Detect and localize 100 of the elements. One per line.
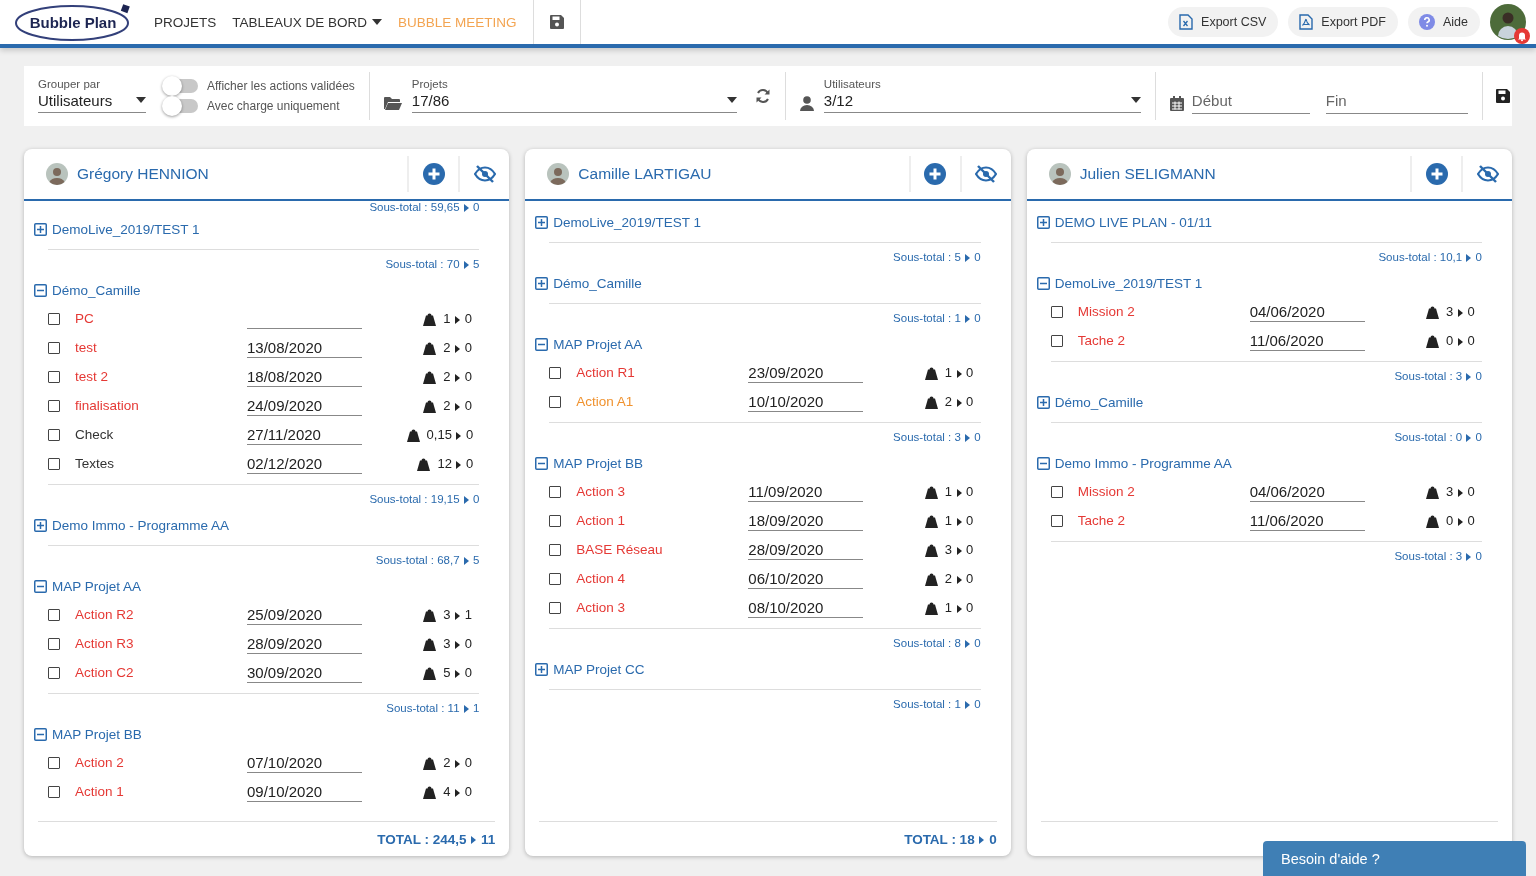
checkbox[interactable] [1050, 514, 1063, 527]
action-name[interactable]: Action 2 [75, 755, 247, 770]
nav-link[interactable]: TABLEAUX DE BORD [232, 14, 383, 30]
action-name[interactable]: Action C2 [75, 665, 247, 680]
minus-square-icon[interactable] [34, 283, 47, 297]
action-name[interactable]: Action 1 [576, 513, 749, 528]
help-button[interactable]: Aide [1407, 7, 1480, 37]
minus-square-icon[interactable] [535, 337, 549, 351]
checkbox[interactable] [48, 608, 60, 621]
checkbox[interactable] [48, 756, 60, 769]
date-field[interactable]: 07/10/2020 [247, 752, 362, 773]
save-icon[interactable] [548, 14, 565, 30]
group-by-select[interactable]: Utilisateurs [38, 91, 146, 113]
date-field[interactable]: Début [1191, 88, 1310, 114]
checkbox[interactable] [549, 366, 562, 379]
checkbox[interactable] [549, 601, 562, 614]
checkbox[interactable] [1050, 485, 1063, 498]
checkbox[interactable] [1050, 334, 1063, 347]
users-select[interactable]: 3/12 [823, 91, 1141, 113]
action-name[interactable]: Check [75, 427, 247, 442]
project-name[interactable]: MAP Projet AA [553, 336, 643, 352]
refresh-icon[interactable] [754, 88, 771, 104]
action-name[interactable]: Tache 2 [1077, 333, 1250, 348]
date-field[interactable]: 28/09/2020 [748, 539, 864, 560]
date-field[interactable]: 28/09/2020 [247, 633, 362, 654]
projects-select[interactable]: 17/86 [411, 91, 737, 113]
project-name[interactable]: MAP Projet BB [553, 455, 644, 471]
plus-square-icon[interactable] [535, 662, 549, 676]
project-name[interactable]: DemoLive_2019/TEST 1 [1054, 275, 1203, 291]
plus-square-icon[interactable] [34, 518, 47, 532]
checkbox[interactable] [48, 341, 60, 354]
date-field[interactable]: Fin [1325, 88, 1468, 114]
project-name[interactable]: Démo_Camille [1054, 394, 1144, 410]
project-name[interactable]: Démo_Camille [553, 275, 642, 291]
checkbox[interactable] [549, 514, 562, 527]
date-field[interactable]: 18/08/2020 [247, 366, 362, 387]
checkbox[interactable] [549, 543, 562, 556]
date-field[interactable]: 23/09/2020 [748, 362, 864, 383]
action-name[interactable]: finalisation [75, 398, 247, 413]
action-name[interactable]: PC [75, 311, 247, 326]
action-name[interactable]: Mission 2 [1077, 304, 1250, 319]
minus-square-icon[interactable] [1036, 276, 1050, 290]
action-name[interactable]: Tache 2 [1077, 513, 1250, 528]
checkbox[interactable] [48, 457, 60, 470]
export-button[interactable]: Export PDF [1288, 7, 1398, 37]
checkbox[interactable] [1050, 305, 1063, 318]
project-name[interactable]: MAP Projet AA [52, 578, 142, 594]
action-name[interactable]: test [75, 340, 247, 355]
action-name[interactable]: Mission 2 [1077, 484, 1250, 499]
plus-square-icon[interactable] [1036, 215, 1050, 229]
date-field[interactable]: 11/06/2020 [1249, 330, 1365, 351]
date-field[interactable]: 11/09/2020 [748, 481, 864, 502]
checkbox[interactable] [48, 370, 60, 383]
action-name[interactable]: Action 3 [576, 484, 749, 499]
plus-square-icon[interactable] [34, 222, 47, 236]
date-field[interactable]: 27/11/2020 [247, 424, 362, 445]
date-field[interactable]: 11/06/2020 [1249, 510, 1365, 531]
nav-link[interactable]: PROJETS [154, 14, 217, 30]
minus-square-icon[interactable] [535, 456, 549, 470]
project-name[interactable]: MAP Projet BB [52, 726, 142, 742]
action-name[interactable]: Action R3 [75, 636, 247, 651]
action-name[interactable]: Action 4 [576, 571, 749, 586]
date-field[interactable]: 10/10/2020 [748, 391, 864, 412]
checkbox[interactable] [48, 428, 60, 441]
checkbox[interactable] [48, 399, 60, 412]
checkbox[interactable] [48, 637, 60, 650]
project-name[interactable]: Demo Immo - Programme AA [1054, 455, 1232, 471]
action-name[interactable]: BASE Réseau [576, 542, 749, 557]
export-button[interactable]: Export CSV [1168, 7, 1279, 37]
action-name[interactable]: Action 1 [75, 784, 247, 799]
plus-square-icon[interactable] [535, 276, 549, 290]
toggle-switch[interactable] [164, 79, 198, 93]
project-name[interactable]: Démo_Camille [52, 282, 141, 298]
project-name[interactable]: MAP Projet CC [553, 661, 645, 677]
action-name[interactable]: Action R1 [576, 365, 749, 380]
checkbox[interactable] [549, 395, 562, 408]
plus-square-icon[interactable] [1036, 395, 1050, 409]
checkbox[interactable] [48, 312, 60, 325]
date-field[interactable]: 04/06/2020 [1249, 301, 1365, 322]
help-chat-button[interactable]: Besoin d'aide ? [1263, 841, 1526, 876]
toggle-switch[interactable] [164, 99, 198, 113]
action-name[interactable]: test 2 [75, 369, 247, 384]
date-field[interactable]: 24/09/2020 [247, 395, 362, 416]
date-field[interactable]: 08/10/2020 [748, 597, 864, 618]
date-field[interactable]: 06/10/2020 [748, 568, 864, 589]
checkbox[interactable] [48, 785, 60, 798]
date-field[interactable]: 25/09/2020 [247, 604, 362, 625]
date-field[interactable]: 04/06/2020 [1249, 481, 1365, 502]
date-field[interactable]: 30/09/2020 [247, 662, 362, 683]
date-field[interactable]: 02/12/2020 [247, 453, 362, 474]
action-name[interactable]: Action 3 [576, 600, 749, 615]
save-icon[interactable] [1494, 88, 1511, 104]
checkbox[interactable] [549, 572, 562, 585]
minus-square-icon[interactable] [34, 727, 47, 741]
checkbox[interactable] [549, 485, 562, 498]
date-field[interactable]: 13/08/2020 [247, 337, 362, 358]
project-name[interactable]: Demo Immo - Programme AA [52, 517, 230, 533]
checkbox[interactable] [48, 666, 60, 679]
minus-square-icon[interactable] [1036, 456, 1050, 470]
plus-square-icon[interactable] [535, 215, 549, 229]
